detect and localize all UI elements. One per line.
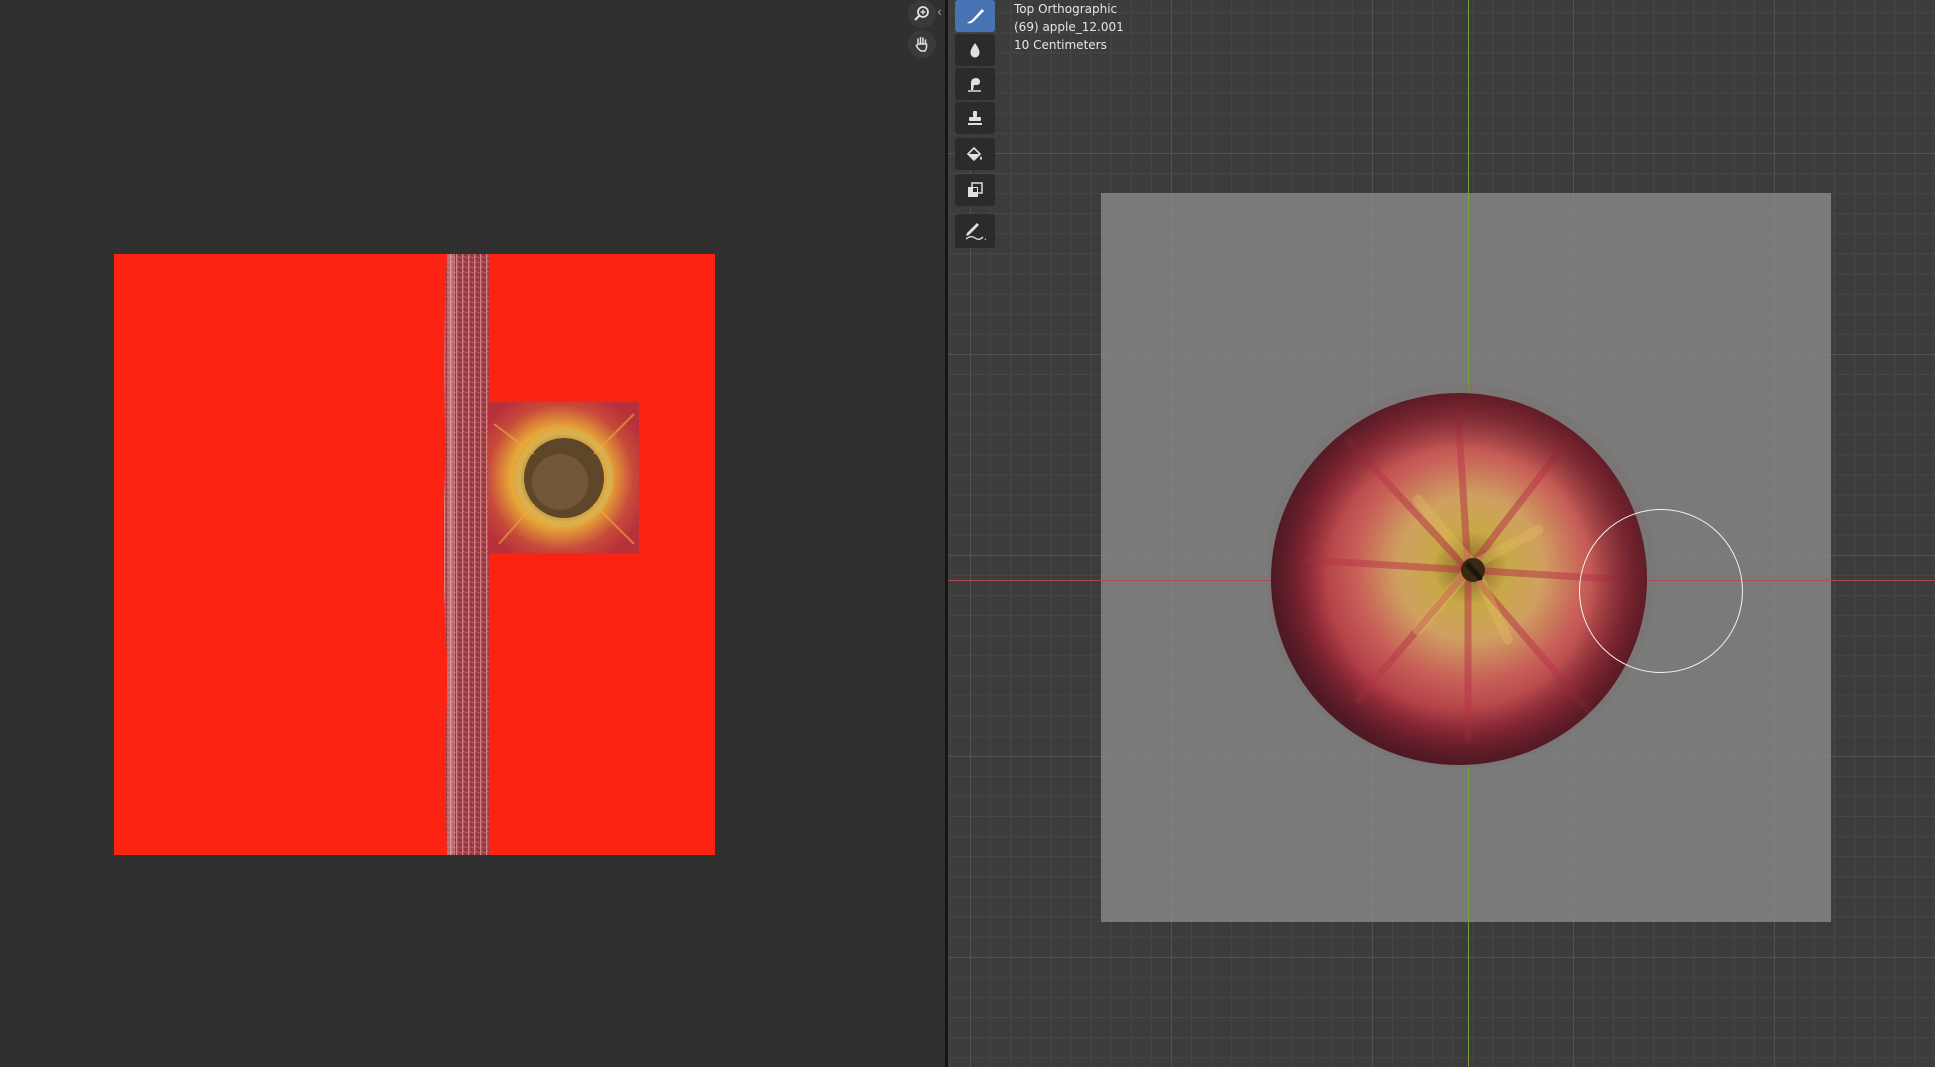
fill-icon xyxy=(966,146,982,162)
smear-icon xyxy=(968,78,981,92)
zoom-icon[interactable] xyxy=(908,0,936,28)
mask-icon xyxy=(968,182,983,197)
brush-cursor-circle xyxy=(1579,509,1743,673)
clone-tool[interactable] xyxy=(955,102,995,134)
view-name-label: Top Orthographic xyxy=(1014,2,1118,16)
draw-brush-icon xyxy=(967,9,984,24)
object-info-label: (69) apple_12.001 xyxy=(1014,20,1124,34)
draw-brush-tool[interactable] xyxy=(955,0,995,32)
scale-info-label: 10 Centimeters xyxy=(1014,38,1107,52)
annotate-icon xyxy=(965,223,986,240)
mask-tool[interactable] xyxy=(955,174,995,206)
3d-viewport[interactable] xyxy=(948,0,1935,1067)
pan-hand-icon[interactable] xyxy=(908,30,936,58)
fill-tool[interactable] xyxy=(955,138,995,170)
blender-window: ‹ Top Orthographic (69) apple_12.001 10 … xyxy=(0,0,1935,1067)
smear-tool[interactable] xyxy=(955,68,995,100)
annotate-tool[interactable] xyxy=(955,214,995,248)
uv-texture-canvas[interactable] xyxy=(114,254,715,855)
clone-stamp-icon xyxy=(968,111,982,125)
soften-tool[interactable] xyxy=(955,34,995,66)
viewport-info-overlay: Top Orthographic (69) apple_12.001 10 Ce… xyxy=(1014,0,1124,54)
texture-image xyxy=(443,254,639,855)
soften-icon xyxy=(970,43,980,58)
image-editor[interactable]: ‹ xyxy=(0,0,946,1067)
